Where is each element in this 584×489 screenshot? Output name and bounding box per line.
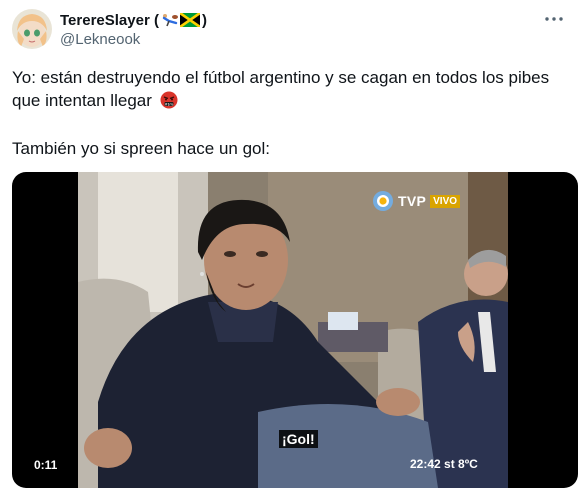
close-paren: ): [201, 11, 207, 29]
video-subtitle: ¡Gol!: [279, 430, 318, 448]
author-handle[interactable]: @Lekneook: [60, 31, 140, 48]
flag-emojis: [161, 13, 200, 27]
author-display-name[interactable]: TerereSlayer: [60, 12, 150, 29]
tweet-text-line-2-text: que intentan llegar: [12, 91, 152, 110]
video-player[interactable]: TVP VIVO ¡Gol! 22:42 st 8ºC 0:11: [12, 172, 578, 488]
angry-face-icon: #$%: [160, 91, 178, 109]
author-name-row[interactable]: TerereSlayer ( ): [60, 10, 207, 30]
tweet-text-line-1: Yo: están destruyendo el fútbol argentin…: [12, 68, 550, 87]
tweet-text-line-2: que intentan llegar #$%: [12, 89, 572, 112]
tvp-sun-icon: [373, 191, 393, 211]
tvp-logo: TVP VIVO: [372, 190, 461, 212]
jamaica-flag-icon: [179, 13, 200, 27]
tweet-card[interactable]: TerereSlayer ( ) @Lekneook Yo: están des…: [0, 0, 584, 489]
rugby-player-icon: [162, 14, 178, 27]
svg-text:#$%: #$%: [164, 102, 173, 106]
avatar[interactable]: [12, 9, 52, 49]
video-timer: 0:11: [30, 456, 62, 474]
more-options-icon[interactable]: [542, 9, 566, 29]
tweet-text-line-3: También yo si spreen hace un gol:: [12, 139, 270, 158]
live-badge: VIVO: [430, 194, 461, 208]
open-paren: (: [149, 11, 159, 29]
broadcast-clock: 22:42 st 8ºC: [410, 457, 478, 471]
channel-name: TVP: [398, 193, 427, 209]
